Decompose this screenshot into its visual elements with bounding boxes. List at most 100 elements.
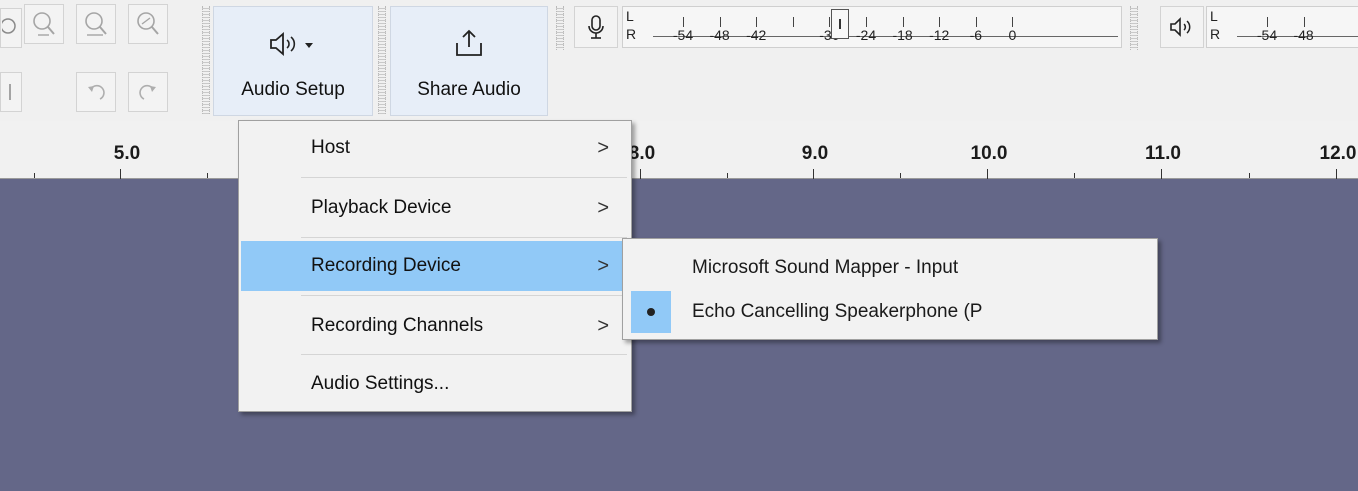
meter-tick bbox=[1303, 17, 1305, 27]
menu-item-label: Playback Device bbox=[311, 197, 452, 218]
zoom-fit-width-button[interactable] bbox=[76, 4, 116, 44]
chevron-right-icon: > bbox=[597, 196, 609, 219]
undo-button[interactable] bbox=[76, 72, 116, 112]
ruler-major-tick bbox=[813, 169, 814, 179]
meter-tick-label: -54 bbox=[672, 27, 694, 43]
menu-item-recording-channels[interactable]: Recording Channels > bbox=[241, 301, 629, 351]
meter-tick bbox=[902, 17, 904, 27]
ruler-time-label: 11.0 bbox=[1145, 143, 1181, 164]
zoom-toggle-button[interactable] bbox=[128, 4, 168, 44]
meter-tick-label: -48 bbox=[1293, 27, 1314, 43]
submenu-item-label: Microsoft Sound Mapper - Input bbox=[692, 257, 959, 278]
trim-icon bbox=[9, 84, 11, 100]
radio-bullet-icon bbox=[647, 308, 655, 316]
ruler-minor-tick bbox=[1249, 173, 1250, 178]
meter-tick-label: -48 bbox=[709, 27, 730, 43]
audio-setup-menu: Host > Playback Device > Recording Devic… bbox=[238, 120, 632, 412]
record-meter[interactable]: L R -54 -48 -42 -30 -24 -18 -12 -6 0 bbox=[622, 6, 1122, 48]
chevron-right-icon: > bbox=[597, 254, 609, 277]
menu-item-label: Host bbox=[311, 137, 351, 158]
toolbar-grip[interactable] bbox=[378, 6, 386, 114]
toolbar: Audio Setup Share Audio L R -54 -48 -42 -30… bbox=[0, 0, 1358, 122]
meter-tick bbox=[939, 17, 941, 27]
share-audio-button[interactable]: Share Audio bbox=[390, 6, 548, 116]
meter-tick-label: -6 bbox=[969, 27, 983, 43]
ruler-major-tick bbox=[987, 169, 988, 179]
zoom-fit-project-icon bbox=[33, 12, 55, 36]
playback-meter[interactable]: L R -54 -48 bbox=[1206, 6, 1358, 48]
submenu-item-label: Echo Cancelling Speakerphone (P bbox=[692, 301, 983, 322]
meter-tick bbox=[756, 17, 758, 27]
meter-tick bbox=[683, 17, 684, 27]
undo-icon bbox=[88, 84, 105, 100]
ruler-minor-tick bbox=[900, 173, 901, 178]
meter-tick bbox=[975, 17, 977, 27]
meter-tick-label: -12 bbox=[929, 27, 950, 43]
trim-audio-button[interactable] bbox=[0, 72, 22, 112]
menu-item-label: Recording Channels bbox=[311, 315, 484, 336]
menu-item-audio-settings[interactable]: Audio Settings... bbox=[241, 359, 629, 409]
chevron-right-icon: > bbox=[597, 136, 609, 159]
record-meter-button[interactable] bbox=[574, 6, 618, 48]
ruler-minor-tick bbox=[34, 173, 35, 178]
toolbar-grip[interactable] bbox=[202, 6, 210, 114]
ruler-major-tick bbox=[1161, 169, 1162, 179]
speaker-icon bbox=[1170, 17, 1191, 37]
meter-tick bbox=[719, 17, 721, 27]
zoom-toggle-icon bbox=[137, 12, 159, 35]
menu-item-recording-device[interactable]: Recording Device > bbox=[241, 241, 629, 291]
speaker-dropdown-icon bbox=[270, 32, 313, 56]
ruler-major-tick bbox=[640, 169, 641, 179]
ruler-time-label: 9.0 bbox=[801, 143, 829, 164]
menu-separator bbox=[301, 177, 627, 178]
ruler-time-label: 10.0 bbox=[970, 143, 1008, 164]
menu-item-host[interactable]: Host > bbox=[241, 123, 629, 173]
redo-button[interactable] bbox=[128, 72, 168, 112]
share-audio-label: Share Audio bbox=[417, 79, 521, 100]
record-level-slider[interactable] bbox=[831, 9, 849, 39]
timeline-ruler[interactable]: 5.0 8.0 9.0 10.0 11.0 12.0 bbox=[0, 121, 1358, 179]
chevron-right-icon: > bbox=[597, 314, 609, 337]
meter-tick-label: -54 bbox=[1256, 27, 1278, 43]
meter-tick bbox=[866, 17, 867, 27]
menu-separator bbox=[301, 237, 627, 238]
record-meter-scale: -54 -48 -42 -30 -24 -18 -12 -6 0 bbox=[623, 7, 1123, 49]
toolbar-grip[interactable] bbox=[556, 6, 564, 50]
menu-item-playback-device[interactable]: Playback Device > bbox=[241, 183, 629, 233]
zoom-fit-width-icon bbox=[85, 12, 107, 36]
toolbar-grip[interactable] bbox=[1130, 6, 1138, 50]
playback-meter-scale: -54 -48 bbox=[1207, 7, 1358, 49]
menu-separator bbox=[301, 295, 627, 296]
playback-meter-button[interactable] bbox=[1160, 6, 1204, 48]
redo-icon bbox=[139, 84, 156, 100]
zoom-fit-selection-icon bbox=[2, 18, 16, 34]
audio-setup-label: Audio Setup bbox=[241, 79, 345, 100]
selected-indicator bbox=[631, 291, 671, 333]
submenu-item-echo-cancelling-speakerphone[interactable]: Echo Cancelling Speakerphone (P bbox=[625, 289, 1155, 335]
recording-device-submenu: Microsoft Sound Mapper - Input Echo Canc… bbox=[622, 238, 1158, 340]
meter-tick-label: -42 bbox=[746, 27, 767, 43]
meter-tick bbox=[1012, 17, 1014, 27]
meter-tick bbox=[792, 17, 794, 27]
menu-separator bbox=[301, 354, 627, 355]
submenu-item-microsoft-sound-mapper[interactable]: Microsoft Sound Mapper - Input bbox=[625, 245, 1155, 291]
ruler-time-label: 12.0 bbox=[1319, 143, 1357, 164]
ruler-time-label: 5.0 bbox=[113, 143, 141, 164]
ruler-minor-tick bbox=[1074, 173, 1075, 178]
ruler-major-tick bbox=[1336, 169, 1337, 179]
ruler-minor-tick bbox=[207, 173, 208, 178]
zoom-fit-selection-button[interactable] bbox=[0, 8, 22, 48]
microphone-icon bbox=[588, 15, 604, 39]
menu-item-label: Recording Device bbox=[311, 255, 461, 276]
menu-item-label: Audio Settings... bbox=[311, 373, 450, 394]
meter-tick-label: 0 bbox=[1008, 27, 1017, 43]
meter-tick-label: -24 bbox=[855, 27, 877, 43]
audio-setup-button[interactable]: Audio Setup bbox=[213, 6, 373, 116]
meter-tick-label: -18 bbox=[892, 27, 913, 43]
share-upload-icon bbox=[456, 29, 482, 56]
ruler-time-label: 8.0 bbox=[628, 143, 656, 164]
meter-tick bbox=[1267, 17, 1268, 27]
ruler-major-tick bbox=[120, 169, 121, 179]
ruler-minor-tick bbox=[727, 173, 728, 178]
zoom-fit-project-button[interactable] bbox=[24, 4, 64, 44]
